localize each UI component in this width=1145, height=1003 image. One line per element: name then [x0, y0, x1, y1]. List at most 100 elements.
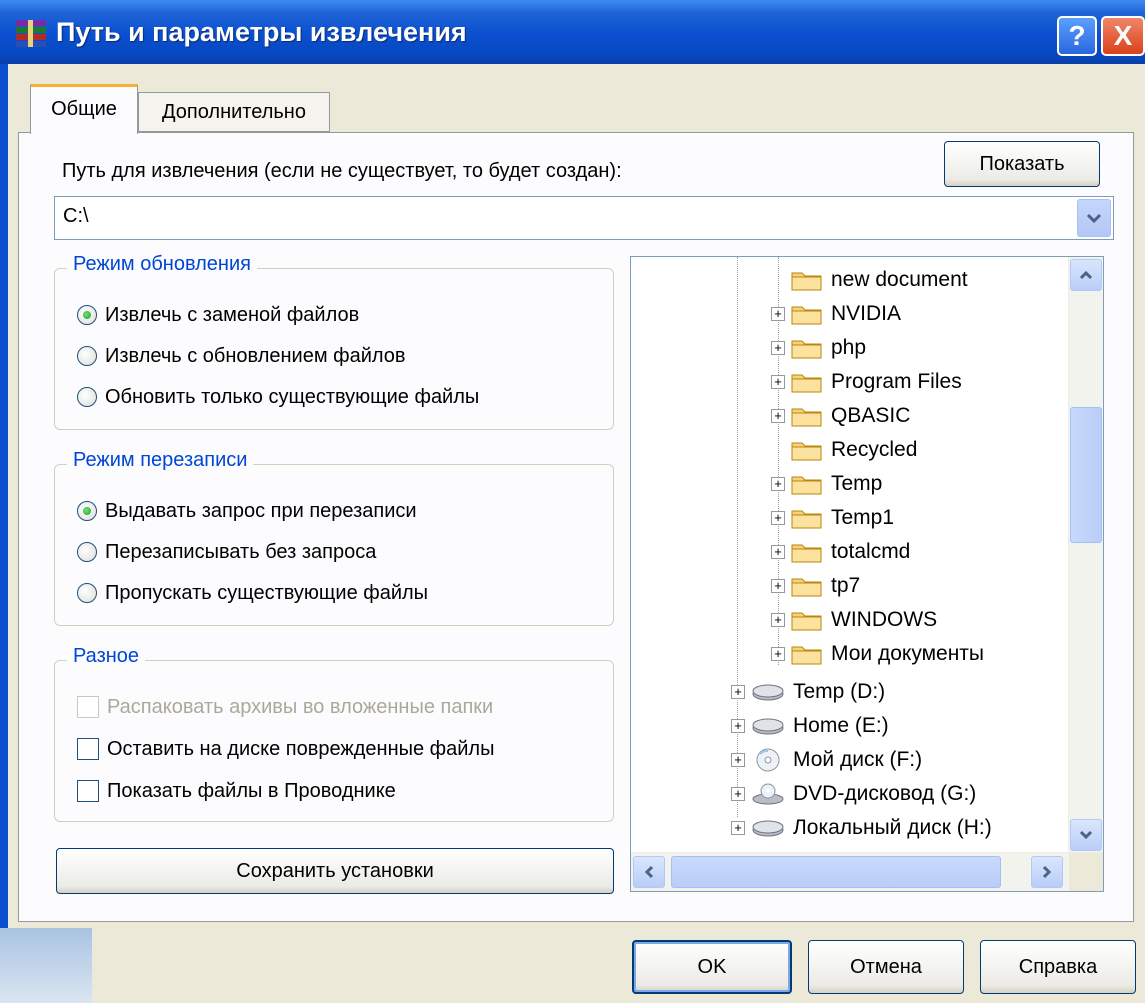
- help-button[interactable]: Справка: [980, 940, 1136, 994]
- radio-checked-icon[interactable]: [77, 501, 97, 521]
- checkbox-icon[interactable]: [77, 780, 99, 802]
- tree-item-drive[interactable]: + Локальный диск (H:): [731, 811, 992, 845]
- expand-plus-icon[interactable]: +: [771, 579, 785, 593]
- radio-ask-overwrite[interactable]: Выдавать запрос при перезаписи: [77, 497, 417, 525]
- expand-plus-icon[interactable]: +: [771, 511, 785, 525]
- checkbox-icon[interactable]: [77, 738, 99, 760]
- checkbox-show-in-explorer[interactable]: Показать файлы в Проводнике: [77, 777, 396, 805]
- vertical-scroll-thumb[interactable]: [1070, 407, 1102, 543]
- hard-drive-icon: [752, 718, 784, 735]
- misc-group: Разное Распаковать архивы во вложенные п…: [54, 645, 614, 822]
- tree-item-label: NVIDIA: [831, 302, 902, 325]
- tree-item-drive[interactable]: + Мой диск (F:): [731, 743, 922, 777]
- radio-refresh-existing[interactable]: Обновить только существующие файлы: [77, 383, 479, 411]
- tree-item-folder[interactable]: + QBASIC: [771, 399, 910, 433]
- expand-plus-icon[interactable]: +: [771, 647, 785, 661]
- tree-item-folder[interactable]: + Мои документы: [771, 637, 984, 671]
- expand-plus-icon[interactable]: +: [771, 477, 785, 491]
- expand-plus-icon[interactable]: +: [731, 719, 745, 733]
- cancel-button[interactable]: Отмена: [808, 940, 964, 994]
- radio-unchecked-icon[interactable]: [77, 387, 97, 407]
- tree-horizontal-scrollbar[interactable]: [631, 852, 1103, 891]
- scroll-left-icon[interactable]: [633, 856, 665, 888]
- tree-item-folder[interactable]: + WINDOWS: [771, 603, 937, 637]
- tree-item-folder[interactable]: + NVIDIA: [771, 297, 901, 331]
- dvd-drive-icon: [752, 783, 784, 805]
- tree-vertical-scrollbar[interactable]: [1068, 257, 1103, 853]
- radio-extract-update[interactable]: Извлечь с обновлением файлов: [77, 342, 406, 370]
- folder-icon: [791, 374, 822, 393]
- save-settings-label: Сохранить установки: [236, 859, 434, 882]
- tree-item-label: Temp (D:): [793, 680, 886, 703]
- option-label: Извлечь с заменой файлов: [105, 303, 360, 326]
- expand-plus-icon[interactable]: +: [731, 685, 745, 699]
- tree-item-folder[interactable]: + php: [771, 331, 866, 365]
- radio-unchecked-icon[interactable]: [77, 583, 97, 603]
- title-bar[interactable]: Путь и параметры извлечения ? X: [0, 0, 1145, 64]
- tree-item-drive[interactable]: + Temp (D:): [731, 675, 885, 709]
- expand-plus-icon[interactable]: +: [771, 545, 785, 559]
- expand-plus-icon[interactable]: +: [731, 753, 745, 767]
- tree-item-label: WINDOWS: [831, 608, 938, 631]
- window-left-border: [0, 64, 8, 1003]
- update-mode-group: Режим обновления Извлечь с заменой файло…: [54, 253, 614, 430]
- tree-item-folder[interactable]: Recycled: [771, 433, 917, 467]
- folder-icon: [791, 646, 822, 665]
- scroll-down-icon[interactable]: [1070, 819, 1102, 851]
- tree-item-label: Мой диск (F:): [793, 748, 923, 771]
- tab-advanced[interactable]: Дополнительно: [138, 92, 330, 132]
- tree-item-drive[interactable]: + DVD-дисковод (G:): [731, 777, 976, 811]
- tree-item-folder[interactable]: + totalcmd: [771, 535, 910, 569]
- tree-item-folder[interactable]: + Program Files: [771, 365, 962, 399]
- expand-plus-icon[interactable]: +: [771, 341, 785, 355]
- ok-label: OK: [697, 955, 727, 978]
- option-label: Пропускать существующие файлы: [105, 581, 429, 604]
- path-input-value[interactable]: C:\: [63, 205, 89, 228]
- radio-extract-replace[interactable]: Извлечь с заменой файлов: [77, 301, 359, 329]
- expand-plus-icon[interactable]: +: [771, 409, 785, 423]
- tree-item-folder[interactable]: + tp7: [771, 569, 860, 603]
- extraction-dialog: Путь и параметры извлечения ? X Дополнит…: [0, 0, 1145, 1003]
- tree-item-folder[interactable]: + Temp1: [771, 501, 894, 535]
- tree-item-label: totalcmd: [831, 540, 911, 563]
- checkbox-keep-broken[interactable]: Оставить на диске поврежденные файлы: [77, 735, 494, 763]
- folder-icon: [791, 476, 822, 495]
- tree-item-folder[interactable]: new document: [771, 263, 968, 297]
- tree-item-label: Мои документы: [831, 642, 985, 665]
- overwrite-mode-group: Режим перезаписи Выдавать запрос при пер…: [54, 449, 614, 626]
- tree-item-folder[interactable]: + Temp: [771, 467, 882, 501]
- tree-item-label: tp7: [831, 574, 861, 597]
- show-button[interactable]: Показать: [944, 141, 1100, 187]
- scroll-right-icon[interactable]: [1031, 856, 1063, 888]
- radio-unchecked-icon[interactable]: [77, 346, 97, 366]
- help-glyph: ?: [1068, 20, 1086, 51]
- option-label: Выдавать запрос при перезаписи: [105, 499, 417, 522]
- chevron-down-icon[interactable]: [1077, 199, 1111, 237]
- title-close-button[interactable]: X: [1101, 16, 1145, 56]
- ok-button[interactable]: OK: [632, 940, 792, 994]
- radio-overwrite-without-prompt[interactable]: Перезаписывать без запроса: [77, 538, 376, 566]
- expand-plus-icon[interactable]: +: [731, 787, 745, 801]
- radio-unchecked-icon[interactable]: [77, 542, 97, 562]
- expand-plus-icon[interactable]: +: [731, 821, 745, 835]
- expand-plus-icon[interactable]: +: [771, 613, 785, 627]
- horizontal-scroll-thumb[interactable]: [671, 856, 1001, 888]
- title-help-button[interactable]: ?: [1057, 16, 1097, 56]
- radio-skip-existing[interactable]: Пропускать существующие файлы: [77, 579, 428, 607]
- folder-icon: [791, 544, 822, 563]
- help-label: Справка: [1018, 955, 1098, 978]
- scrollbar-corner: [1069, 853, 1103, 891]
- save-settings-button[interactable]: Сохранить установки: [56, 848, 614, 894]
- path-combobox[interactable]: C:\: [54, 196, 1114, 240]
- folder-icon: [791, 510, 822, 529]
- folder-tree[interactable]: new document + NVIDIA + php + Program Fi…: [630, 256, 1104, 892]
- hard-drive-icon: [752, 684, 784, 701]
- path-label: Путь для извлечения (если не существует,…: [62, 160, 622, 182]
- radio-checked-icon[interactable]: [77, 305, 97, 325]
- expand-plus-icon[interactable]: +: [771, 375, 785, 389]
- expand-plus-icon[interactable]: +: [771, 307, 785, 321]
- tab-general[interactable]: Общие: [30, 84, 138, 134]
- scroll-up-icon[interactable]: [1070, 259, 1102, 291]
- tree-item-label: DVD-дисковод (G:): [793, 782, 977, 805]
- tree-item-drive[interactable]: + Home (E:): [731, 709, 889, 743]
